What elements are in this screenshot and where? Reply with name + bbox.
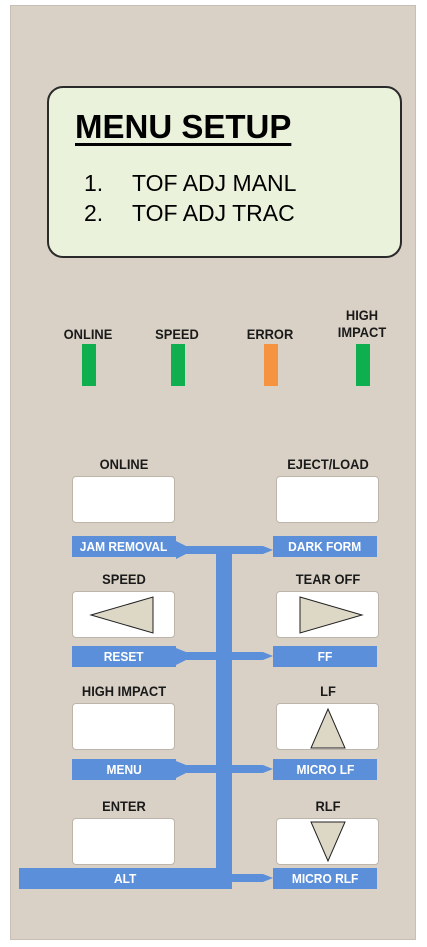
reset-function[interactable]: RESET [72, 646, 176, 667]
printer-control-panel: MENU SETUP 1. TOF ADJ MANL 2. TOF ADJ TRAC… [10, 5, 416, 940]
down-arrow-icon [310, 821, 346, 863]
ff-function[interactable]: FF [273, 646, 377, 667]
menu-function[interactable]: MENU [72, 759, 176, 780]
eject-load-button[interactable] [276, 476, 379, 523]
jam-removal-function[interactable]: JAM REMOVAL [72, 536, 176, 557]
eject-load-key-label: EJECT/LOAD [287, 456, 369, 472]
enter-key-label: ENTER [102, 798, 146, 814]
micro-rlf-function[interactable]: MICRO RLF [273, 868, 377, 889]
online-button[interactable] [72, 476, 175, 523]
enter-button[interactable] [72, 818, 175, 865]
lf-button[interactable] [276, 703, 379, 750]
tear-off-button[interactable] [276, 591, 379, 638]
high-impact-key-label: HIGH IMPACT [81, 683, 167, 699]
up-arrow-icon [310, 707, 346, 749]
rlf-key-label: RLF [315, 798, 341, 814]
online-key-label: ONLINE [99, 456, 149, 472]
right-arrow-icon [299, 596, 364, 634]
high-impact-button[interactable] [72, 703, 175, 750]
speed-key-label: SPEED [102, 571, 146, 587]
tear-off-key-label: TEAR OFF [295, 571, 361, 587]
micro-lf-function[interactable]: MICRO LF [273, 759, 377, 780]
lf-key-label: LF [320, 683, 336, 699]
rlf-button[interactable] [276, 818, 379, 865]
alt-function[interactable]: ALT [19, 868, 232, 889]
left-arrow-icon [89, 596, 154, 634]
dark-form-function[interactable]: DARK FORM [273, 536, 377, 557]
speed-button[interactable] [72, 591, 175, 638]
